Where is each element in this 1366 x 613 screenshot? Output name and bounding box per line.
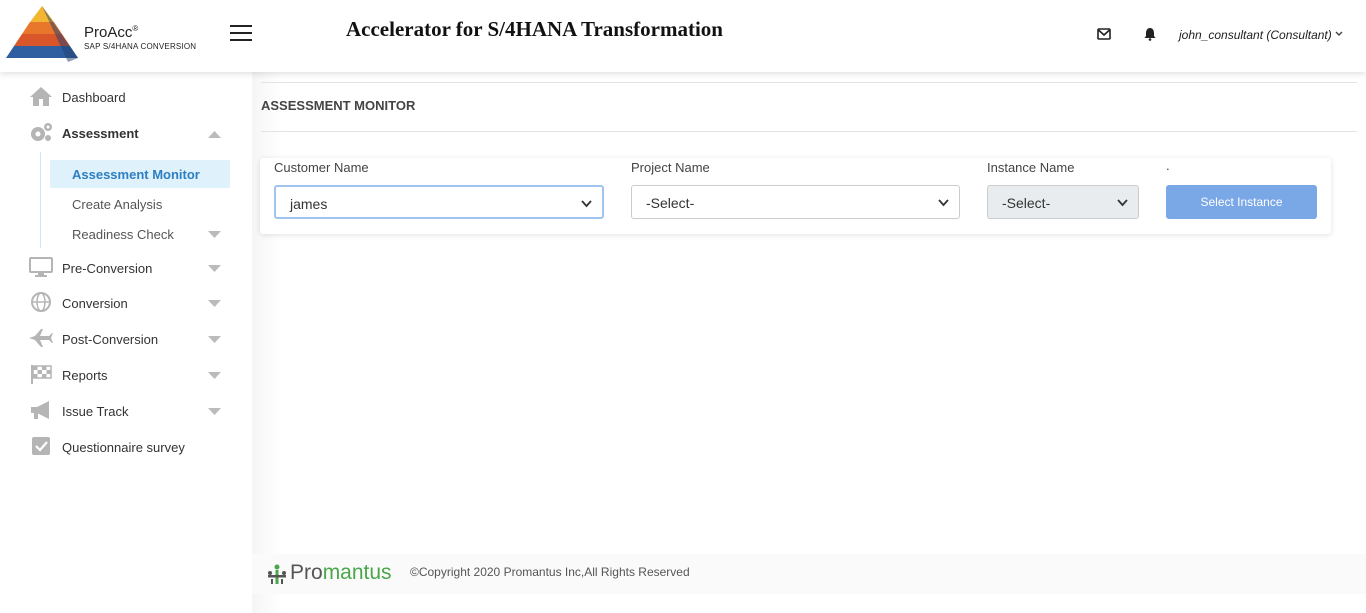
caret-down-icon[interactable] bbox=[208, 408, 221, 416]
submenu-item-label: Create Analysis bbox=[72, 197, 163, 212]
gears-icon bbox=[31, 123, 52, 141]
sidebar-shadow bbox=[252, 72, 282, 613]
logo-text-mantus: mantus bbox=[322, 561, 392, 584]
copyright-text: ©Copyright 2020 Promantus Inc,All Rights… bbox=[410, 565, 690, 579]
project-name-value: -Select- bbox=[646, 195, 695, 211]
hamburger-menu-icon[interactable] bbox=[230, 25, 252, 43]
pyramid-logo-icon bbox=[6, 6, 78, 62]
globe-icon bbox=[31, 292, 51, 312]
monitor-icon bbox=[29, 257, 53, 277]
instance-name-value: -Select- bbox=[1002, 195, 1051, 211]
sidebar-item-label: Reports bbox=[62, 368, 108, 383]
button-label-placeholder: . bbox=[1166, 158, 1170, 173]
sidebar-item-reports[interactable]: Reports bbox=[0, 360, 252, 390]
mail-icon[interactable] bbox=[1097, 27, 1111, 41]
sidebar-item-label: Dashboard bbox=[62, 90, 126, 105]
checkered-flag-icon bbox=[31, 365, 52, 384]
submenu-item-label: Assessment Monitor bbox=[72, 167, 200, 182]
customer-name-select[interactable]: james bbox=[274, 185, 604, 219]
app-header: ProAcc® SAP S/4HANA CONVERSION Accelerat… bbox=[0, 0, 1366, 72]
user-menu[interactable]: john_consultant (Consultant) bbox=[1179, 28, 1332, 42]
megaphone-icon bbox=[31, 401, 49, 419]
submenu-item-create-analysis[interactable]: Create Analysis bbox=[50, 190, 230, 218]
submenu-item-assessment-monitor[interactable]: Assessment Monitor bbox=[50, 160, 230, 188]
customer-name-value: james bbox=[290, 196, 328, 212]
bell-icon[interactable] bbox=[1143, 27, 1157, 41]
sidebar-item-label: Pre-Conversion bbox=[62, 261, 153, 276]
plane-icon bbox=[29, 329, 53, 347]
caret-down-icon[interactable] bbox=[208, 265, 221, 273]
sidebar-item-issue-track[interactable]: Issue Track bbox=[0, 396, 252, 426]
proacc-logo[interactable]: ProAcc® SAP S/4HANA CONVERSION bbox=[2, 4, 202, 64]
customer-name-label: Customer Name bbox=[274, 160, 369, 175]
select-instance-button[interactable]: Select Instance bbox=[1166, 185, 1317, 219]
title-divider bbox=[261, 131, 1357, 132]
sidebar-item-label: Assessment bbox=[62, 126, 139, 141]
caret-down-icon[interactable] bbox=[208, 336, 221, 344]
logo-text-pro: Pro bbox=[290, 561, 323, 584]
sidebar-item-label: Post-Conversion bbox=[62, 332, 159, 347]
brand-name: ProAcc® bbox=[84, 24, 139, 41]
sidebar-item-label: Issue Track bbox=[62, 404, 129, 419]
sidebar-item-label: Questionnaire survey bbox=[62, 440, 185, 455]
sidebar-item-assessment[interactable]: Assessment bbox=[0, 118, 252, 148]
checkbox-icon bbox=[32, 437, 50, 455]
project-name-label: Project Name bbox=[631, 160, 710, 175]
footer: Promantus ©Copyright 2020 Promantus Inc,… bbox=[252, 554, 1366, 594]
caret-down-icon[interactable] bbox=[208, 300, 221, 308]
sidebar-item-dashboard[interactable]: Dashboard bbox=[0, 82, 252, 112]
chevron-down-icon bbox=[938, 199, 949, 207]
sidebar: Dashboard Assessment Assessment Monitor … bbox=[0, 72, 252, 613]
page-title: ASSESSMENT MONITOR bbox=[261, 98, 416, 113]
top-divider bbox=[261, 82, 1357, 83]
sidebar-item-conversion[interactable]: Conversion bbox=[0, 288, 252, 318]
promantus-logo-icon bbox=[268, 564, 286, 584]
project-name-select[interactable]: -Select- bbox=[631, 185, 960, 219]
submenu-item-label: Readiness Check bbox=[72, 227, 174, 242]
sidebar-item-post-conversion[interactable]: Post-Conversion bbox=[0, 324, 252, 354]
home-icon bbox=[30, 87, 52, 106]
caret-down-icon[interactable] bbox=[208, 231, 221, 239]
app-title: Accelerator for S/4HANA Transformation bbox=[346, 17, 723, 41]
sidebar-item-pre-conversion[interactable]: Pre-Conversion bbox=[0, 253, 252, 283]
submenu-item-readiness-check[interactable]: Readiness Check bbox=[50, 220, 230, 248]
sidebar-item-label: Conversion bbox=[62, 296, 128, 311]
instance-name-label: Instance Name bbox=[987, 160, 1075, 175]
caret-down-icon[interactable] bbox=[208, 372, 221, 380]
sidebar-item-questionnaire-survey[interactable]: Questionnaire survey bbox=[0, 432, 252, 462]
chevron-down-icon bbox=[1117, 199, 1128, 207]
chevron-down-icon bbox=[581, 200, 592, 208]
submenu-guide-line bbox=[40, 152, 41, 248]
instance-name-select[interactable]: -Select- bbox=[987, 185, 1139, 219]
brand-tagline: SAP S/4HANA CONVERSION bbox=[84, 42, 197, 51]
chevron-down-icon[interactable] bbox=[1334, 29, 1344, 39]
caret-up-icon[interactable] bbox=[208, 130, 221, 138]
